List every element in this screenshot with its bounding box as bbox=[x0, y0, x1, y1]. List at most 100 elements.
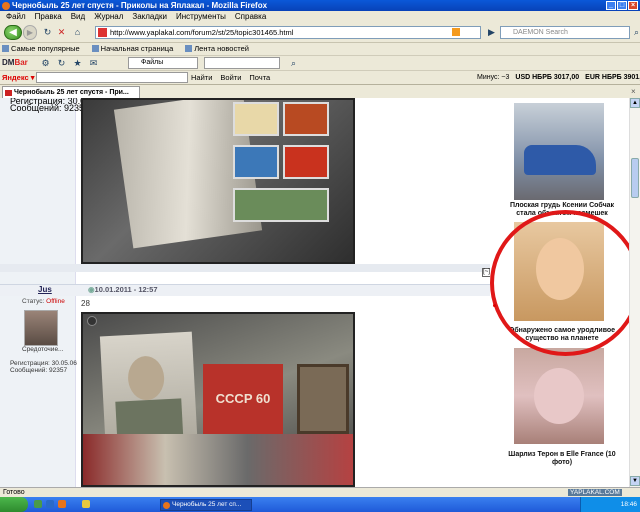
dm-search-input[interactable] bbox=[204, 57, 280, 69]
navigation-toolbar: ◀ ▶ ↻ ✕ ⌂ http://www.yaplakal.com/forum2… bbox=[0, 22, 640, 43]
url-bar[interactable]: http://www.yaplakal.com/forum2/st/25/top… bbox=[95, 26, 481, 39]
post2-registration: Регистрация: 30.05.06 bbox=[10, 360, 77, 367]
post-separator bbox=[0, 264, 490, 272]
bookmark-news-feed[interactable]: Лента новостей bbox=[185, 43, 249, 55]
red-highlight-circle bbox=[490, 210, 629, 356]
bookmarks-bar: Самые популярные Начальная страница Лент… bbox=[0, 43, 640, 55]
ussr-poster: CCCP 60 bbox=[203, 364, 283, 434]
firefox-icon bbox=[2, 2, 10, 10]
tile-icon bbox=[233, 188, 329, 222]
close-button[interactable]: × bbox=[628, 1, 638, 10]
search-input[interactable]: DAEMON Search bbox=[500, 26, 630, 39]
user-rank: Средоточие... bbox=[22, 346, 64, 353]
watermark: YAPLAKAL.COM bbox=[568, 489, 622, 496]
yandex-mail-link[interactable]: Почта bbox=[249, 71, 270, 84]
red-mark bbox=[493, 304, 496, 307]
home-icon[interactable]: ⌂ bbox=[72, 27, 83, 38]
avatar[interactable] bbox=[24, 310, 58, 346]
chernobyl-photo-papers bbox=[81, 98, 355, 264]
yandex-find-link[interactable]: Найти bbox=[191, 71, 212, 84]
chernobyl-photo-portraits: CCCP 60 bbox=[81, 312, 355, 487]
ad-car-crash-image[interactable] bbox=[514, 103, 604, 200]
camera-icon bbox=[87, 316, 97, 326]
page-content: Регистрация: 30.05.06 Сообщений: 92357 [… bbox=[0, 98, 629, 487]
status-offline-value: Offline bbox=[46, 298, 65, 305]
post2-user-stats: Регистрация: 30.05.06 Сообщений: 92357 bbox=[10, 360, 77, 374]
menu-file[interactable]: Файл bbox=[6, 11, 26, 22]
windows-taskbar: Чернобыль 25 лет сп... 18:46 bbox=[0, 497, 640, 512]
dm-toolbar: DMBar ⚙ ↻ ★ ✉ Файлы ⌕ bbox=[0, 55, 640, 70]
menu-bar: Файл Правка Вид Журнал Закладки Инструме… bbox=[0, 11, 640, 22]
scroll-thumb[interactable] bbox=[631, 158, 639, 198]
tile-icon bbox=[283, 102, 329, 136]
menu-view[interactable]: Вид bbox=[71, 11, 85, 22]
eur-rate: EUR НБРБ 3901,28 bbox=[585, 74, 640, 81]
post-number: 28 bbox=[81, 299, 90, 308]
framed-portrait bbox=[297, 364, 349, 434]
post2-header bbox=[0, 284, 490, 296]
quicklaunch-icon[interactable] bbox=[34, 500, 42, 508]
rss-icon[interactable] bbox=[452, 28, 460, 36]
system-tray: 18:46 bbox=[580, 497, 640, 512]
dm-search-icon[interactable]: ⌕ bbox=[288, 58, 299, 69]
maximize-button[interactable]: □ bbox=[617, 1, 627, 10]
tile-icon bbox=[283, 145, 329, 179]
back-button[interactable]: ◀ bbox=[4, 25, 22, 40]
ad-sidebar: Плоская грудь Ксении Собчак стала объект… bbox=[490, 98, 629, 487]
quicklaunch-icon[interactable] bbox=[46, 500, 54, 508]
forward-button[interactable]: ▶ bbox=[23, 25, 37, 40]
go-icon[interactable]: ▶ bbox=[486, 27, 497, 38]
scroll-down-icon[interactable]: ▼ bbox=[630, 476, 640, 486]
taskbar-firefox-item[interactable]: Чернобыль 25 лет сп... bbox=[160, 499, 252, 511]
yandex-toolbar: Яндекс ▾ Найти Войти Почта Минус: ~3 USD… bbox=[0, 70, 640, 84]
yandex-search-input[interactable] bbox=[36, 72, 188, 83]
status-text: Готово bbox=[3, 489, 25, 496]
mail-icon[interactable]: ✉ bbox=[88, 58, 99, 69]
menu-help[interactable]: Справка bbox=[235, 11, 266, 22]
debris-pile bbox=[83, 434, 353, 485]
tab-close-button[interactable]: × bbox=[631, 87, 639, 96]
post2-messages: Сообщений: 92357 bbox=[10, 367, 68, 374]
star-icon[interactable]: ★ bbox=[72, 58, 83, 69]
usd-rate: USD НБРБ 3017,00 bbox=[515, 74, 580, 81]
vertical-scrollbar[interactable]: ▲ ▼ bbox=[629, 98, 640, 487]
tab-bar: Чернобыль 25 лет спустя - При... × bbox=[0, 84, 640, 99]
yandex-login-link[interactable]: Войти bbox=[220, 71, 241, 84]
files-dropdown[interactable]: Файлы bbox=[128, 57, 198, 69]
settings-icon[interactable]: ⚙ bbox=[40, 58, 51, 69]
window-titlebar: Чернобыль 25 лет спустя - Приколы на Япл… bbox=[0, 0, 640, 11]
dmbar-logo[interactable]: DMBar bbox=[2, 58, 28, 67]
currency-rates: Минус: ~3 USD НБРБ 3017,00 EUR НБРБ 3901… bbox=[477, 71, 640, 84]
ad-caption-3[interactable]: Шарлиз Терон в Elle France (10 фото) bbox=[504, 451, 620, 467]
folder-icon[interactable] bbox=[82, 500, 90, 508]
bookmark-home-page[interactable]: Начальная страница bbox=[92, 43, 174, 55]
post-date: 10.01.2011 - 12:57 bbox=[88, 285, 158, 294]
menu-bookmarks[interactable]: Закладки bbox=[132, 11, 167, 22]
search-icon[interactable]: ⌕ bbox=[631, 27, 640, 38]
clock: 18:46 bbox=[620, 501, 637, 508]
start-button[interactable] bbox=[0, 497, 28, 512]
tile-icon bbox=[233, 145, 279, 179]
tile-icon bbox=[233, 102, 279, 136]
url-text: http://www.yaplakal.com/forum2/st/25/top… bbox=[110, 28, 294, 37]
bookmark-most-visited[interactable]: Самые популярные bbox=[2, 43, 80, 55]
quicklaunch-icon[interactable] bbox=[58, 500, 66, 508]
minimize-button[interactable]: _ bbox=[606, 1, 616, 10]
portrait-face bbox=[126, 355, 166, 402]
menu-tools[interactable]: Инструменты bbox=[176, 11, 226, 22]
menu-history[interactable]: Журнал bbox=[94, 11, 123, 22]
refresh-icon[interactable]: ↻ bbox=[56, 58, 67, 69]
stop-icon[interactable]: ✕ bbox=[56, 27, 67, 38]
weather-value: Минус: ~3 bbox=[477, 74, 510, 81]
user-status: Статус: Offline bbox=[22, 298, 65, 305]
scroll-up-icon[interactable]: ▲ bbox=[630, 98, 640, 108]
ad-creature-image[interactable] bbox=[514, 348, 604, 444]
post-author-link[interactable]: Jus bbox=[38, 285, 52, 294]
status-bar: Готово bbox=[0, 487, 640, 497]
menu-edit[interactable]: Правка bbox=[35, 11, 62, 22]
window-title: Чернобыль 25 лет спустя - Приколы на Япл… bbox=[12, 1, 268, 10]
yandex-logo[interactable]: Яндекс ▾ bbox=[2, 71, 35, 84]
reload-icon[interactable]: ↻ bbox=[42, 27, 53, 38]
site-favicon-icon bbox=[98, 28, 107, 37]
search-placeholder: DAEMON Search bbox=[513, 29, 568, 36]
